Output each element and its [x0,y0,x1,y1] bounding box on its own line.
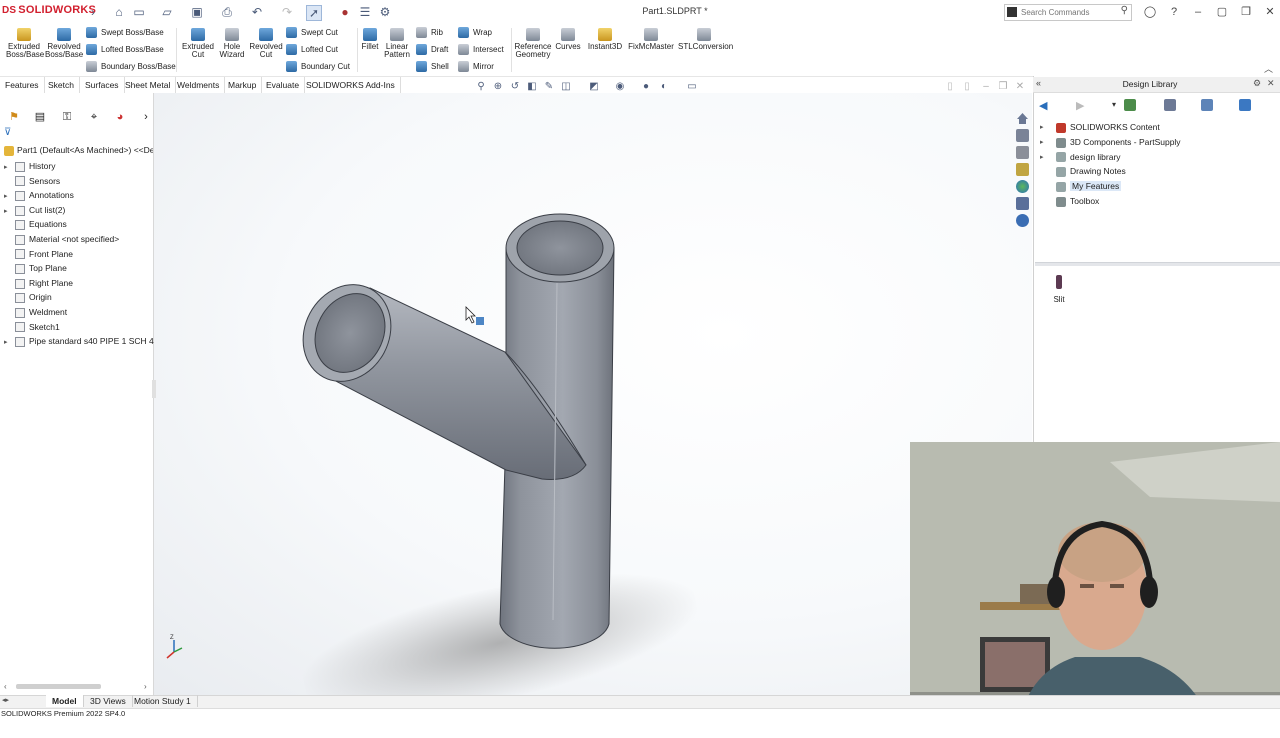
pane-settings-icon[interactable]: ⚙ [1253,78,1261,89]
library-item-label: My Features [1070,181,1122,192]
cursor-feature-badge [476,317,484,325]
solidworks-resources-icon[interactable] [1016,112,1029,125]
file-explorer-icon[interactable] [1016,146,1029,159]
folder-icon [1056,122,1066,133]
tab-motion-study-1[interactable]: Motion Study 1 [128,695,198,707]
library-item[interactable]: My Features [1044,179,1122,194]
expand-arrow-icon[interactable]: ▸ [1040,150,1044,165]
back-icon[interactable]: ◀ [1039,99,1047,112]
view-palette-icon[interactable] [1016,163,1029,176]
coordinate-triad: Z [166,635,183,659]
folder-icon [1056,137,1066,148]
slit-feature-label[interactable]: Slit [1044,295,1074,304]
add-file-location-icon[interactable] [1164,99,1176,111]
refresh-icon[interactable] [1239,99,1251,111]
forward-icon[interactable]: ▶ [1076,99,1084,112]
dropdown-arrow-icon[interactable]: ▾ [1112,100,1116,109]
appearances-icon[interactable] [1016,180,1029,193]
library-item[interactable]: Toolbox [1044,194,1099,209]
tree-horizontal-scrollbar[interactable]: ‹ › [4,681,152,691]
library-item[interactable]: ▸ design library [1040,150,1121,165]
library-item-label: SOLIDWORKS Content [1070,122,1160,132]
webcam-video-frame [910,442,1280,720]
expand-arrow-icon[interactable]: ▸ [1040,120,1044,135]
folder-icon [1056,196,1066,207]
vertical-pipe-bore [516,220,604,276]
design-library-icon[interactable] [1016,129,1029,142]
pane-splitter[interactable] [1035,262,1280,266]
triad-z-label: Z [170,635,174,641]
library-item-label: Drawing Notes [1070,166,1126,177]
collapse-pane-icon[interactable]: « [1036,78,1041,88]
scrollbar-thumb[interactable] [16,684,101,689]
library-item-label: design library [1070,151,1121,162]
solidworks-forum-icon[interactable] [1016,214,1029,227]
design-library-title: Design Library [1122,79,1178,89]
expand-arrow-icon[interactable]: ▸ [1040,135,1044,150]
tab-3d-views[interactable]: 3D Views [84,695,133,707]
pane-close-icon[interactable]: ✕ [1267,78,1275,89]
webcam-overlay [910,442,1280,720]
tab-scroll-icons[interactable]: ◂▸ [2,696,9,704]
library-item[interactable]: ▸ SOLIDWORKS Content [1040,120,1160,135]
library-item[interactable]: ▸ 3D Components - PartSupply [1040,135,1181,150]
slit-feature-icon[interactable] [1056,275,1062,289]
mouse-cursor [465,306,476,324]
status-bar [0,708,1280,721]
folder-icon [1056,181,1066,192]
add-to-library-icon[interactable] [1124,99,1136,111]
library-item-label: Toolbox [1070,196,1100,206]
library-item[interactable]: Drawing Notes [1044,164,1126,179]
library-item-label: 3D Components - PartSupply [1070,136,1181,147]
folder-icon [1056,167,1066,178]
create-new-folder-icon[interactable] [1201,99,1213,111]
tab-model[interactable]: Model [46,695,84,707]
status-text: SOLIDWORKS Premium 2022 SP4.0 [1,709,126,718]
custom-properties-icon[interactable] [1016,197,1029,210]
folder-icon [1056,152,1066,163]
panel-splitter-handle[interactable] [152,380,156,398]
